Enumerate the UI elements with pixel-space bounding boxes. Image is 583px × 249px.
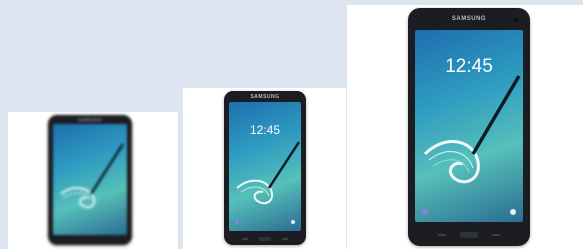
lockscreen-clock: 12:45 (445, 56, 493, 77)
tablet-screen: 12:45 (229, 102, 301, 231)
tablet-small: SAMSUNG (48, 115, 132, 245)
home-key-icon[interactable] (460, 232, 478, 238)
home-key-icon[interactable] (259, 237, 271, 241)
back-key[interactable] (492, 234, 500, 236)
tablet-screen (53, 124, 127, 235)
pen-swirl-wallpaper-icon (60, 143, 125, 209)
tablet-screen: 12:45 (415, 30, 523, 222)
lockscreen-clock: 12:45 (249, 123, 281, 137)
tablet-medium: SAMSUNG 12:45 (224, 91, 306, 245)
recent-apps-key[interactable] (242, 238, 248, 240)
tablet-large: SAMSUNG 12:45 (408, 8, 530, 246)
back-key[interactable] (282, 238, 288, 240)
tablet-brand: SAMSUNG (451, 16, 487, 22)
tablet-brand: SAMSUNG (250, 94, 280, 100)
tablet-brand: SAMSUNG (78, 117, 102, 122)
pen-swirl-wallpaper-icon (235, 141, 301, 224)
recent-apps-key[interactable] (438, 234, 446, 236)
front-camera-icon (514, 18, 518, 22)
